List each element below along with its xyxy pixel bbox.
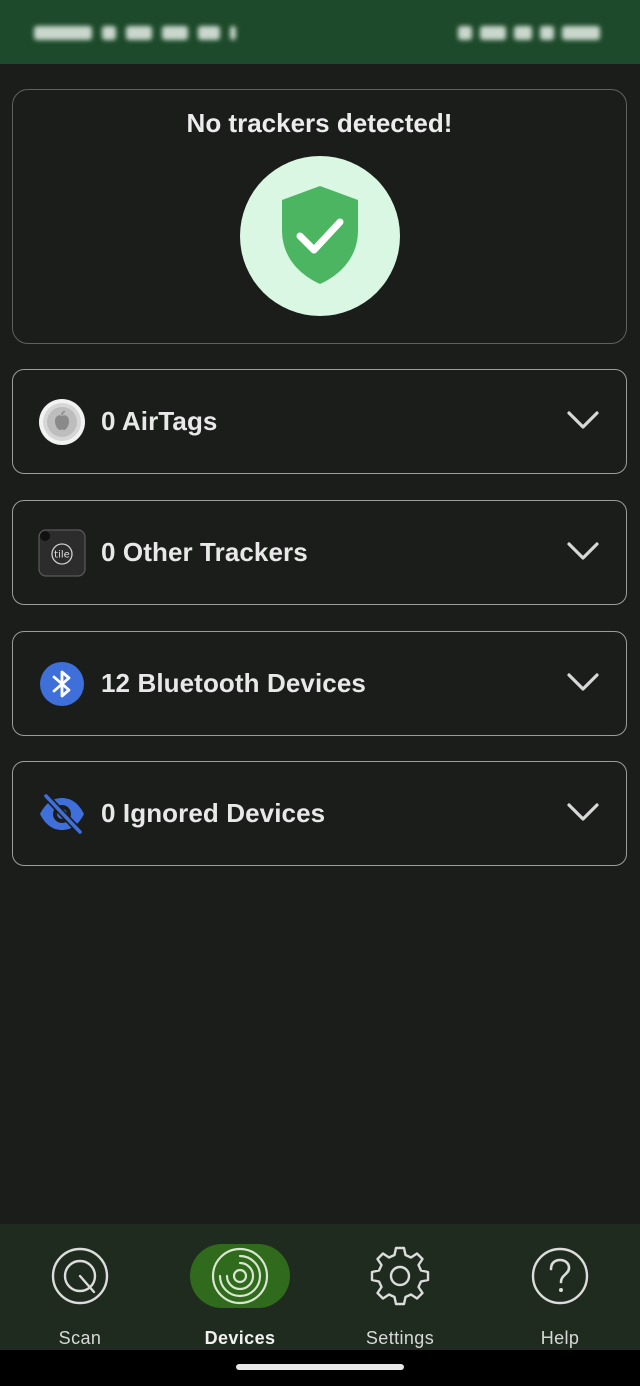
bluetooth-devices-section[interactable]: 12 Bluetooth Devices: [12, 631, 627, 736]
eye-off-icon: [40, 792, 84, 836]
other-trackers-count-label: 0 Other Trackers: [101, 537, 308, 567]
bluetooth-icon: [40, 662, 84, 706]
shield-status-badge: [240, 156, 400, 316]
chevron-down-icon[interactable]: [566, 408, 600, 432]
nav-item-scan[interactable]: Scan: [0, 1224, 160, 1350]
devices-radar-icon: [211, 1247, 269, 1305]
scan-status-card: No trackers detected!: [12, 89, 627, 344]
nav-item-devices[interactable]: Devices: [160, 1224, 320, 1350]
airtags-section[interactable]: 0 AirTags: [12, 369, 627, 474]
chevron-down-icon[interactable]: [566, 800, 600, 824]
airtags-count-label: 0 AirTags: [101, 406, 218, 436]
other-trackers-section[interactable]: tile 0 Other Trackers: [12, 500, 627, 605]
tile-tracker-icon: tile: [38, 529, 86, 577]
status-bar: [0, 0, 640, 64]
nav-label-devices: Devices: [204, 1328, 276, 1348]
help-icon: [531, 1247, 589, 1305]
chevron-down-icon[interactable]: [566, 539, 600, 563]
shield-check-icon: [282, 186, 358, 284]
nav-item-settings[interactable]: Settings: [320, 1224, 480, 1350]
bottom-navigation: Scan Devices Settings Help: [0, 1224, 640, 1350]
bluetooth-devices-count-label: 12 Bluetooth Devices: [101, 668, 366, 698]
airtag-icon: [39, 399, 85, 445]
ignored-devices-count-label: 0 Ignored Devices: [101, 798, 326, 828]
scan-icon: [51, 1247, 109, 1305]
scan-status-title: No trackers detected!: [186, 108, 453, 138]
status-bar-right-icons: [440, 22, 600, 44]
nav-label-help: Help: [540, 1328, 580, 1348]
system-gesture-area: [0, 1350, 640, 1386]
home-gesture-handle[interactable]: [236, 1364, 404, 1370]
gear-icon: [370, 1246, 430, 1306]
svg-text:tile: tile: [54, 550, 70, 561]
nav-label-scan: Scan: [58, 1328, 102, 1348]
ignored-devices-section[interactable]: 0 Ignored Devices: [12, 761, 627, 866]
chevron-down-icon[interactable]: [566, 670, 600, 694]
nav-label-settings: Settings: [365, 1328, 435, 1348]
status-bar-left-icons: [34, 22, 254, 44]
nav-item-help[interactable]: Help: [480, 1224, 640, 1350]
